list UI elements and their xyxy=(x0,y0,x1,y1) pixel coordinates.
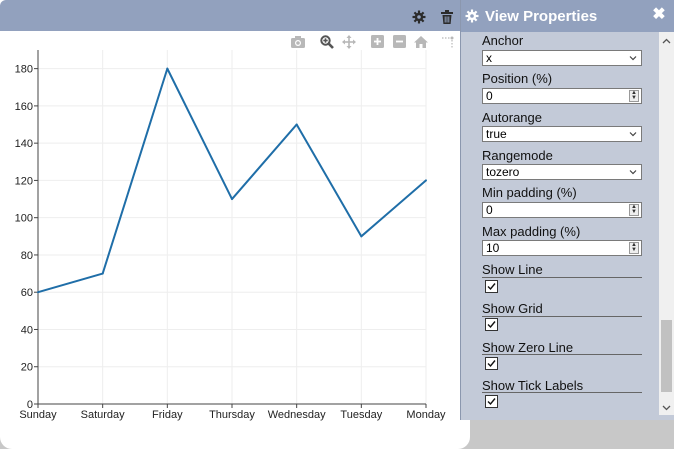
rangemode-value: tozero xyxy=(486,165,520,179)
divider xyxy=(482,392,642,393)
position-value: 0 xyxy=(486,89,493,103)
chart-panel: 0 20 40 60 80 100 120 140 160 180 Sunday Saturday Fr… xyxy=(0,0,470,449)
chevron-down-icon xyxy=(629,56,637,61)
show-zero-line-checkbox[interactable] xyxy=(485,357,498,370)
y-tick-label: 60 xyxy=(21,287,33,299)
data-point xyxy=(425,179,427,182)
data-point xyxy=(360,235,363,238)
x-tick-label: Thursday xyxy=(209,409,255,421)
checkmark-icon xyxy=(487,398,496,406)
rangemode-select[interactable]: tozero xyxy=(482,164,642,180)
min-padding-value: 0 xyxy=(486,203,493,217)
y-tick-label: 20 xyxy=(21,362,33,374)
divider xyxy=(482,316,642,317)
divider xyxy=(482,277,642,278)
view-properties-title: View Properties xyxy=(485,8,598,25)
x-tick-label: Saturday xyxy=(81,409,126,421)
min-padding-input[interactable]: 0 ▲ ▼ xyxy=(482,202,642,218)
min-padding-label: Min padding (%) xyxy=(482,185,577,200)
view-properties-panel: View Properties ✖ Anchor x Position (%) … xyxy=(460,0,674,420)
chevron-down-icon xyxy=(629,170,637,175)
view-properties-header: View Properties ✖ xyxy=(461,0,674,32)
autorange-value: true xyxy=(486,127,507,141)
rangemode-label: Rangemode xyxy=(482,148,553,163)
position-spinner[interactable]: ▲ ▼ xyxy=(629,90,639,102)
anchor-label: Anchor xyxy=(482,33,524,48)
gear-icon xyxy=(465,9,479,23)
y-tick-label: 140 xyxy=(15,138,33,150)
line-chart: 020406080100120140160180Sunday Saturday Fr… xyxy=(15,50,446,421)
scroll-down-icon[interactable] xyxy=(662,403,671,412)
max-padding-value: 10 xyxy=(486,241,500,255)
y-tick-label: 100 xyxy=(15,213,33,225)
data-point xyxy=(101,272,104,275)
chevron-down-icon xyxy=(629,132,637,137)
autorange-label: Autorange xyxy=(482,110,542,125)
checkmark-icon xyxy=(487,283,496,291)
checkmark-icon xyxy=(487,321,496,329)
scroll-up-icon[interactable] xyxy=(662,37,671,46)
close-icon[interactable]: ✖ xyxy=(651,6,667,24)
data-point xyxy=(295,123,298,126)
min-padding-spinner[interactable]: ▲ ▼ xyxy=(629,204,639,216)
data-point xyxy=(231,198,233,201)
x-tick-label: Friday xyxy=(152,409,183,421)
y-tick-label: 80 xyxy=(21,250,33,262)
y-tick-label: 120 xyxy=(15,175,33,187)
x-tick-label: Sunday xyxy=(19,409,57,421)
y-tick-label: 40 xyxy=(21,324,33,336)
anchor-select[interactable]: x xyxy=(482,50,642,66)
x-tick-label: Tuesday xyxy=(340,409,382,421)
show-tick-labels-checkbox[interactable] xyxy=(485,395,498,408)
max-padding-label: Max padding (%) xyxy=(482,224,581,239)
max-padding-spinner[interactable]: ▲ ▼ xyxy=(629,242,639,254)
autorange-select[interactable]: true xyxy=(482,126,642,142)
scroll-thumb[interactable] xyxy=(661,320,672,392)
data-point xyxy=(166,67,169,70)
show-zero-line-label: Show Zero Line xyxy=(482,340,574,355)
x-tick-label: Wednesday xyxy=(268,409,326,421)
y-tick-label: 160 xyxy=(15,101,33,113)
divider xyxy=(482,354,642,355)
max-padding-input[interactable]: 10 ▲ ▼ xyxy=(482,240,642,256)
y-tick-label: 180 xyxy=(15,64,33,76)
show-line-label: Show Line xyxy=(482,262,543,277)
show-grid-checkbox[interactable] xyxy=(485,318,498,331)
position-input[interactable]: 0 ▲ ▼ xyxy=(482,88,642,104)
properties-scrollbar[interactable] xyxy=(659,32,674,415)
x-tick-label: Monday xyxy=(406,409,446,421)
show-line-checkbox[interactable] xyxy=(485,280,498,293)
show-tick-labels-label: Show Tick Labels xyxy=(482,378,584,393)
data-point xyxy=(37,291,39,294)
position-label: Position (%) xyxy=(482,71,553,86)
checkmark-icon xyxy=(487,360,496,368)
show-grid-label: Show Grid xyxy=(482,301,543,316)
anchor-value: x xyxy=(486,51,492,65)
